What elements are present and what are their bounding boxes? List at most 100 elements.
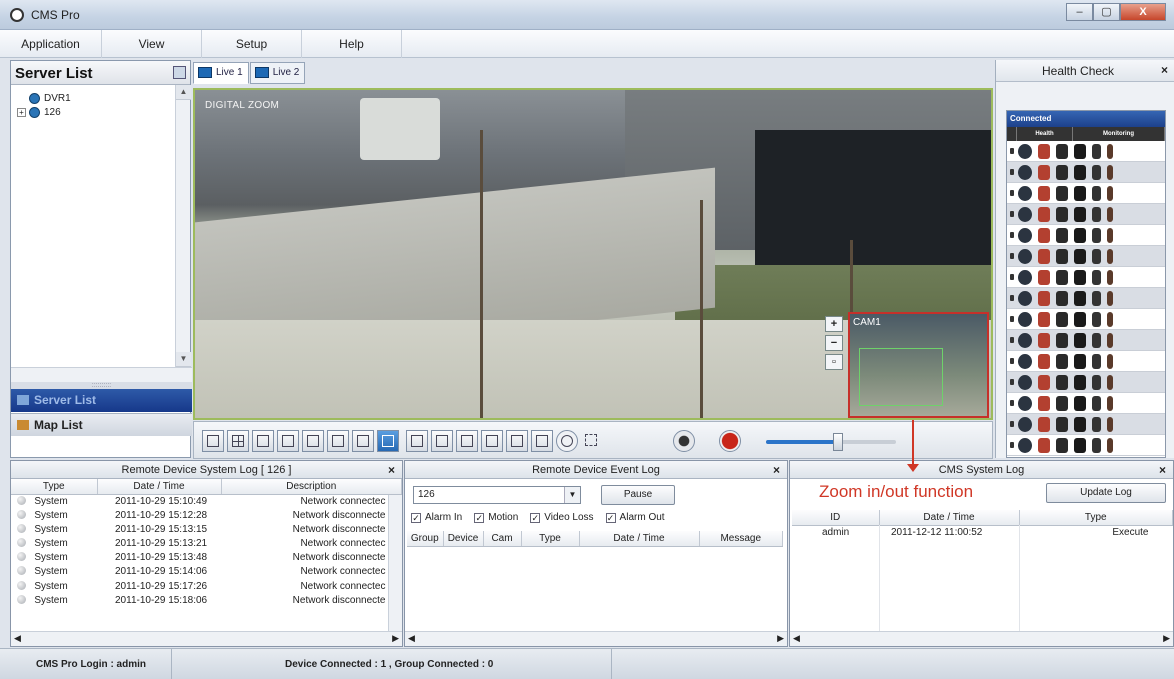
tab-live-1[interactable]: Live 1	[193, 62, 249, 84]
menu-view[interactable]: View	[102, 30, 202, 58]
table-row[interactable]: System 2011-10-29 15:14:06 Network connect…	[11, 565, 402, 579]
slider-thumb[interactable]	[832, 433, 843, 451]
motion-icon	[1074, 311, 1086, 327]
expand-icon[interactable]: +	[17, 107, 26, 117]
scroll-right-icon[interactable]: ▶	[1163, 633, 1170, 644]
nav-tab-map-list[interactable]: Map List	[11, 413, 192, 436]
layout-49-button[interactable]	[481, 430, 503, 452]
layout-1-button[interactable]	[202, 430, 224, 452]
menu-application[interactable]: Application	[0, 30, 102, 58]
layout-10-button[interactable]	[327, 430, 349, 452]
layout-9-button[interactable]	[302, 430, 324, 452]
update-log-button[interactable]: Update Log	[1046, 483, 1166, 503]
table-row[interactable]: System 2011-10-29 15:18:06 Network disconn…	[11, 594, 402, 608]
close-icon[interactable]: ×	[1161, 63, 1168, 77]
close-icon[interactable]: ×	[1159, 463, 1166, 477]
tree-vertical-scrollbar[interactable]: ▲ ▼	[175, 85, 191, 367]
menu-help[interactable]: Help	[302, 30, 402, 58]
layout-toolbar	[193, 421, 993, 459]
checkbox-icon[interactable]: ✓	[530, 512, 541, 523]
live-video-view[interactable]: DIGITAL ZOOM + − ▫ CAM1	[193, 88, 993, 420]
pin-icon[interactable]	[173, 66, 186, 79]
filter-alarm-out[interactable]: ✓ Alarm Out	[605, 512, 665, 523]
zoom-slider[interactable]	[766, 431, 896, 451]
checkbox-icon[interactable]: ✓	[474, 512, 485, 523]
chevron-down-icon[interactable]: ▼	[564, 487, 580, 503]
alarm-button[interactable]	[673, 430, 695, 452]
column-message[interactable]: Message	[699, 531, 783, 547]
column-date[interactable]: Date / Time	[97, 479, 222, 495]
column-group[interactable]: Group	[407, 531, 444, 547]
filter-alarm-in[interactable]: ✓ Alarm In	[411, 512, 462, 523]
layout-custom-button[interactable]	[531, 430, 553, 452]
maximize-button[interactable]: ▢	[1093, 3, 1120, 21]
layout-4-button[interactable]	[227, 430, 249, 452]
table-row[interactable]: System 2011-10-29 15:13:15 Network disconn…	[11, 523, 402, 537]
tree-item-dvr1[interactable]: DVR1	[17, 91, 71, 105]
scroll-left-icon[interactable]: ◀	[408, 633, 415, 644]
event-log-horizontal-scrollbar[interactable]: ◀ ▶	[405, 631, 787, 646]
scroll-right-icon[interactable]: ▶	[392, 633, 399, 644]
zoom-reset-button[interactable]: ▫	[825, 354, 843, 370]
table-row[interactable]: System 2011-10-29 15:13:21 Network connect…	[11, 537, 402, 551]
column-date[interactable]: Date / Time	[579, 531, 700, 547]
system-log-vertical-scrollbar[interactable]	[388, 495, 402, 631]
record-button[interactable]	[719, 430, 741, 452]
filter-motion[interactable]: ✓ Motion	[474, 512, 518, 523]
tree-horizontal-scrollbar[interactable]	[11, 367, 192, 382]
fullscreen-button[interactable]	[581, 430, 603, 452]
column-description[interactable]: Description	[221, 479, 402, 495]
scroll-down-icon[interactable]: ▼	[176, 352, 191, 367]
column-type[interactable]: Type	[521, 531, 580, 547]
table-row[interactable]: System 2011-10-29 15:13:48 Network disconn…	[11, 551, 402, 565]
table-row[interactable]: System 2011-10-29 15:17:26 Network connect…	[11, 579, 402, 593]
scroll-left-icon[interactable]: ◀	[793, 633, 800, 644]
close-icon[interactable]: ×	[388, 463, 395, 477]
tree-item-126[interactable]: + 126	[17, 105, 61, 119]
checkbox-icon[interactable]: ✓	[605, 512, 616, 523]
column-device[interactable]: Device	[443, 531, 484, 547]
layout-25-button[interactable]	[431, 430, 453, 452]
system-log-horizontal-scrollbar[interactable]: ◀ ▶	[11, 631, 402, 646]
column-type[interactable]: Type	[1019, 510, 1173, 526]
table-row[interactable]: admin 2011-12-12 11:00:52 Execute	[792, 525, 1173, 540]
zoom-minimap[interactable]: CAM1	[848, 312, 989, 418]
column-type[interactable]: Type	[11, 479, 98, 495]
type-text: System	[34, 566, 68, 578]
layout-8-button[interactable]	[277, 430, 299, 452]
cms-log-horizontal-scrollbar[interactable]: ◀ ▶	[790, 631, 1173, 646]
layout-6-button[interactable]	[252, 430, 274, 452]
menu-setup[interactable]: Setup	[202, 30, 302, 58]
close-icon[interactable]: ×	[773, 463, 780, 477]
table-row[interactable]: System 2011-10-29 15:10:49 Network connect…	[11, 494, 402, 509]
nav-tab-server-list[interactable]: Server List	[11, 389, 192, 412]
camera-icon	[1018, 143, 1032, 159]
layout-13-icon	[357, 435, 369, 447]
column-cam[interactable]: Cam	[483, 531, 522, 547]
layout-13-button[interactable]	[352, 430, 374, 452]
scroll-left-icon[interactable]: ◀	[14, 633, 21, 644]
hdd-icon	[1038, 374, 1050, 390]
device-select[interactable]: 126 ▼	[413, 486, 581, 504]
column-date[interactable]: Date / Time	[879, 510, 1020, 526]
checkbox-icon[interactable]: ✓	[411, 512, 421, 523]
close-button[interactable]: X	[1120, 3, 1166, 21]
sequence-button[interactable]	[556, 430, 578, 452]
layout-20-button[interactable]	[406, 430, 428, 452]
layout-36-button[interactable]	[456, 430, 478, 452]
column-id[interactable]: ID	[792, 510, 880, 526]
zoom-region-box[interactable]	[859, 348, 943, 406]
tab-live-2[interactable]: Live 2	[249, 62, 306, 84]
layout-64-button[interactable]	[506, 430, 528, 452]
minimize-button[interactable]: –	[1066, 3, 1093, 21]
zoom-in-button[interactable]: +	[825, 316, 843, 332]
layout-10-icon	[332, 435, 344, 447]
table-row[interactable]: System 2011-10-29 15:12:28 Network disconn…	[11, 509, 402, 523]
scroll-up-icon[interactable]: ▲	[176, 85, 191, 100]
zoom-out-button[interactable]: −	[825, 335, 843, 351]
layout-16-button[interactable]	[377, 430, 399, 452]
hdd-icon	[1038, 437, 1050, 453]
pause-button[interactable]: Pause	[601, 485, 675, 505]
filter-video-loss[interactable]: ✓ Video Loss	[530, 512, 594, 523]
scroll-right-icon[interactable]: ▶	[777, 633, 784, 644]
